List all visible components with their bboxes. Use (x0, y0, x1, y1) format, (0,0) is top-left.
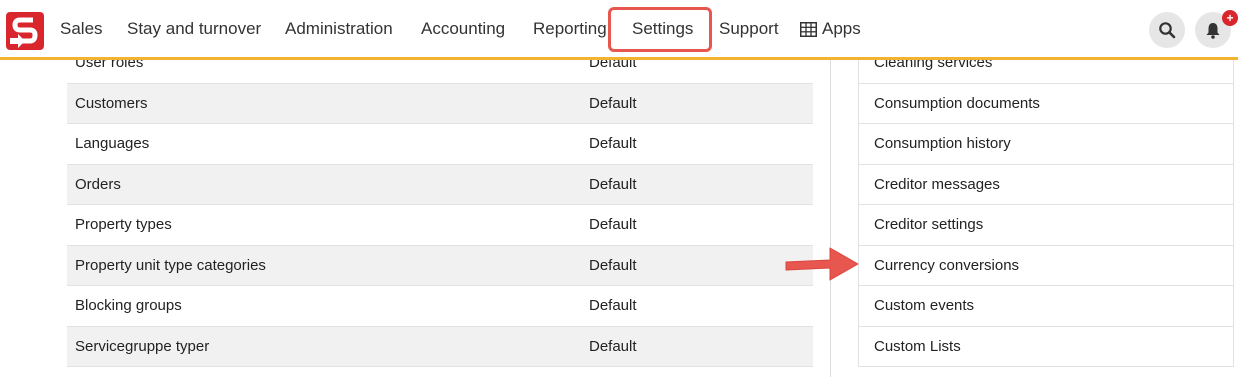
table-row[interactable]: Blocking groups Default (67, 286, 813, 327)
table-row[interactable]: Orders Default (67, 164, 813, 205)
nav-administration[interactable]: Administration (285, 0, 393, 58)
column-divider (830, 60, 831, 377)
list-item-custom-lists[interactable]: Custom Lists (859, 327, 1233, 367)
nav-support[interactable]: Support (719, 0, 779, 58)
row-value: Default (589, 60, 637, 71)
bell-icon (1206, 23, 1220, 39)
notification-badge: + (1222, 10, 1238, 26)
nav-reporting[interactable]: Reporting (533, 0, 607, 58)
list-item-creditor-settings[interactable]: Creditor settings (859, 205, 1233, 246)
list-item-label: Custom Lists (874, 337, 961, 355)
row-value: Default (589, 297, 637, 314)
list-item-label: Creditor settings (874, 216, 984, 233)
search-button[interactable] (1149, 12, 1185, 48)
table-row[interactable]: Customers Default (67, 83, 813, 124)
table-row[interactable]: Property types Default (67, 205, 813, 246)
row-name: Blocking groups (75, 297, 182, 314)
table-row[interactable]: Servicegruppe typer Default (67, 326, 813, 367)
row-name: Servicegruppe typer (75, 337, 210, 355)
row-name: Languages (75, 135, 150, 152)
brand-logo[interactable] (6, 12, 44, 50)
search-icon (1159, 22, 1176, 39)
row-value: Default (589, 94, 637, 112)
annotation-arrow-icon (785, 247, 859, 281)
row-value: Default (589, 256, 637, 274)
list-item-creditor-messages[interactable]: Creditor messages (859, 165, 1233, 205)
list-item-cleaning-services[interactable]: Cleaning services (859, 60, 1233, 84)
list-item-label: Consumption history (874, 135, 1011, 152)
list-item-custom-events[interactable]: Custom events (859, 286, 1233, 327)
settings-content: User roles Default Customers Default Lan… (0, 60, 1238, 377)
list-item-label: Cleaning services (874, 60, 993, 71)
row-value: Default (589, 337, 637, 355)
nav-stay-and-turnover[interactable]: Stay and turnover (127, 0, 261, 58)
list-item-currency-conversions[interactable]: Currency conversions (859, 246, 1233, 286)
top-navigation-bar: Sales Stay and turnover Administration A… (0, 0, 1238, 60)
nav-settings[interactable]: Settings (632, 0, 693, 58)
table-row[interactable]: Property unit type categories Default (67, 245, 813, 286)
nav-apps[interactable]: Apps (800, 0, 861, 58)
brand-logo-icon (10, 17, 38, 48)
table-row[interactable]: User roles Default (67, 60, 813, 84)
row-value: Default (589, 175, 637, 193)
list-item-consumption-history[interactable]: Consumption history (859, 124, 1233, 165)
row-name: Orders (75, 175, 121, 193)
list-item-label: Consumption documents (874, 94, 1040, 112)
nav-sales[interactable]: Sales (60, 0, 103, 58)
list-item-consumption-documents[interactable]: Consumption documents (859, 84, 1233, 124)
row-value: Default (589, 216, 637, 233)
grid-icon (800, 22, 817, 38)
nav-apps-label: Apps (822, 19, 861, 38)
row-value: Default (589, 135, 637, 152)
row-name: Customers (75, 94, 148, 112)
table-row[interactable]: Languages Default (67, 124, 813, 165)
list-item-label: Currency conversions (874, 256, 1020, 274)
list-item-label: Creditor messages (874, 175, 1000, 193)
nav-accounting[interactable]: Accounting (421, 0, 505, 58)
settings-list-right: Cleaning services Consumption documents … (858, 60, 1234, 367)
settings-table-left: User roles Default Customers Default Lan… (67, 60, 813, 367)
row-name: Property types (75, 216, 172, 233)
list-item-label: Custom events (874, 297, 975, 314)
row-name: User roles (75, 60, 144, 71)
row-name: Property unit type categories (75, 256, 266, 274)
